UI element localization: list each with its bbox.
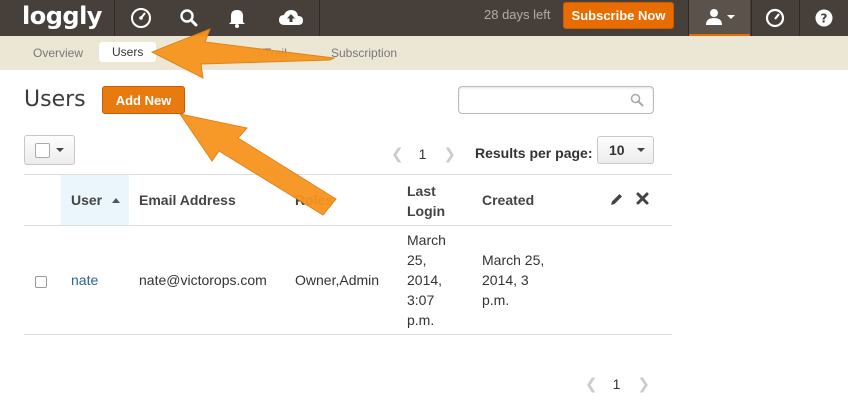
table-header-row: User Email Address Roles Last Login Crea… (24, 174, 672, 226)
divider (319, 0, 320, 36)
column-header-created[interactable]: Created (482, 192, 534, 208)
help-icon[interactable]: ? (800, 0, 848, 36)
loggly-logo[interactable]: loggly (22, 2, 102, 30)
next-page-icon[interactable]: ❯ (443, 145, 456, 163)
user-name-link[interactable]: nate (71, 270, 98, 290)
column-header-user[interactable]: User (71, 192, 121, 208)
svg-text:?: ? (821, 12, 828, 26)
previous-page-icon[interactable]: ❮ (391, 145, 404, 163)
last-login-line: 25, (407, 252, 427, 268)
page-number[interactable]: 1 (613, 376, 621, 392)
trial-remaining-text: 28 days left (484, 7, 551, 22)
row-checkbox[interactable] (35, 276, 47, 288)
search-field[interactable] (458, 86, 654, 114)
results-per-page-value: 10 (609, 142, 625, 158)
tab-overview[interactable]: Overview (33, 46, 83, 60)
column-header-email[interactable]: Email Address (139, 192, 236, 208)
created-line: 2014, 3 (482, 272, 529, 288)
user-icon (705, 9, 722, 25)
chevron-down-icon (636, 148, 645, 152)
last-login-line: March (407, 232, 446, 248)
top-pagination: ❮ 1 ❯ (391, 145, 456, 163)
created-line: p.m. (482, 292, 510, 308)
delete-close-icon[interactable] (636, 192, 649, 208)
bottom-pagination: ❮ 1 ❯ (585, 375, 650, 393)
results-per-page-label: Results per page: (475, 145, 593, 161)
top-navigation-bar: loggly 28 days left Subscribe Now ? (0, 0, 848, 36)
column-header-roles[interactable]: Roles (295, 192, 333, 208)
tab-audit-trail[interactable]: l/Trail (258, 46, 287, 60)
results-per-page-select[interactable]: 10 (597, 136, 654, 164)
alert-bell-icon[interactable] (215, 0, 259, 36)
sort-ascending-icon (112, 198, 121, 203)
chevron-down-icon (726, 15, 735, 19)
tab-subscription[interactable]: Subscription (331, 46, 397, 60)
search-icon[interactable] (630, 93, 644, 112)
created-cell: March 25, 2014, 3 p.m. (482, 250, 544, 310)
email-cell: nate@victorops.com (139, 272, 267, 288)
bulk-select-dropdown[interactable] (24, 135, 75, 165)
last-login-line: p.m. (407, 312, 435, 328)
cloud-upload-icon[interactable] (268, 0, 314, 36)
chevron-down-icon (56, 148, 64, 152)
next-page-icon[interactable]: ❯ (637, 375, 650, 393)
table-row[interactable]: nate nate@victorops.com Owner,Admin Marc… (24, 226, 672, 335)
gauge-icon[interactable] (752, 0, 798, 36)
previous-page-icon[interactable]: ❮ (585, 375, 598, 393)
column-header-last-login[interactable]: Last Login (407, 181, 457, 221)
page-title: Users (24, 87, 86, 112)
dashboard-gauge-icon[interactable] (115, 0, 167, 36)
user-menu-button[interactable] (689, 0, 750, 36)
add-new-user-button[interactable]: Add New (102, 86, 185, 114)
search-input[interactable] (459, 87, 619, 113)
tab-users[interactable]: Users (99, 42, 157, 62)
roles-cell: Owner,Admin (295, 272, 380, 288)
created-line: March 25, (482, 252, 545, 268)
last-login-line: 3:07 (407, 292, 435, 308)
edit-pencil-icon[interactable] (609, 192, 624, 210)
search-icon[interactable] (167, 0, 211, 36)
select-all-checkbox[interactable] (35, 142, 50, 158)
subscribe-now-button[interactable]: Subscribe Now (563, 2, 674, 29)
last-login-line: 2014, (407, 272, 443, 288)
secondary-navigation: Overview Users l/Trail Subscription (0, 36, 848, 70)
page-number[interactable]: 1 (419, 146, 427, 162)
last-login-cell: March 25, 2014, 3:07 p.m. (407, 230, 446, 330)
